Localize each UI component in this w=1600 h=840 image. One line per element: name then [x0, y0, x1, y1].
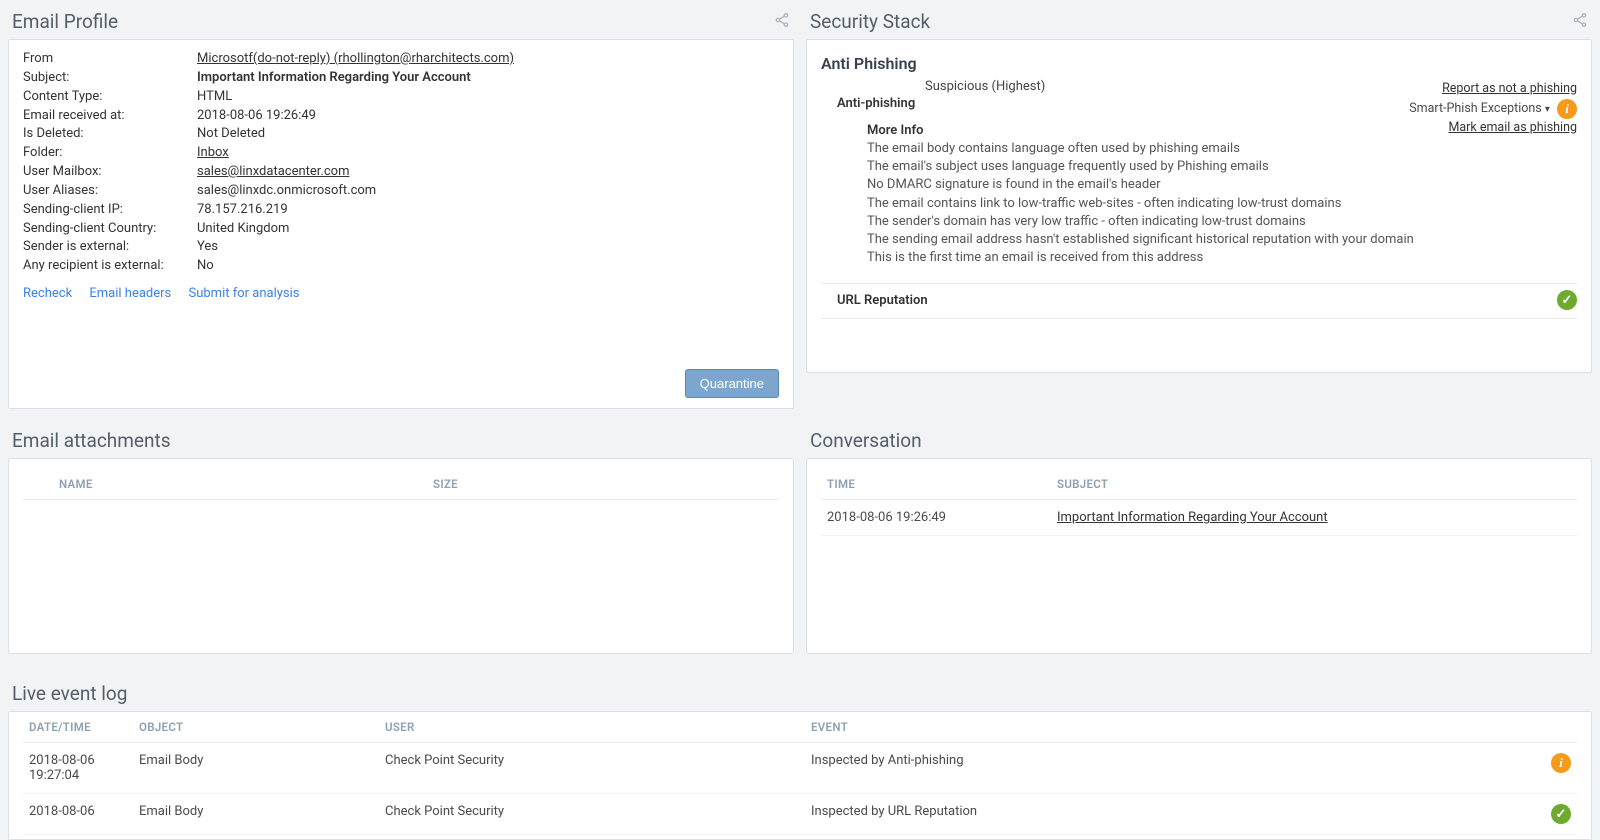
content-type-value: HTML	[197, 88, 232, 107]
content-type-label: Content Type:	[23, 88, 197, 107]
conversation-panel: TIME SUBJECT 2018-08-06 19:26:49Importan…	[806, 458, 1592, 654]
sending-country-label: Sending-client Country:	[23, 220, 197, 239]
conversation-time: 2018-08-06 19:26:49	[827, 510, 1057, 525]
mark-as-phishing-link[interactable]: Mark email as phishing	[1448, 119, 1577, 138]
more-info-line: The email contains link to low-traffic w…	[867, 195, 1577, 213]
event-log-title: Live event log	[12, 682, 127, 705]
email-profile-title: Email Profile	[12, 10, 118, 33]
received-at-label: Email received at:	[23, 107, 197, 126]
security-stack-title: Security Stack	[810, 10, 930, 33]
more-info-line: The sender's domain has very low traffic…	[867, 213, 1577, 231]
conversation-row[interactable]: 2018-08-06 19:26:49Important Information…	[821, 500, 1577, 536]
user-aliases-value: sales@linxdc.onmicrosoft.com	[197, 182, 376, 201]
attachments-col-size[interactable]: SIZE	[433, 477, 773, 491]
user-aliases-label: User Aliases:	[23, 182, 197, 201]
subject-value: Important Information Regarding Your Acc…	[197, 69, 471, 88]
share-icon[interactable]	[774, 10, 790, 33]
conversation-subject-link[interactable]: Important Information Regarding Your Acc…	[1057, 510, 1328, 525]
conversation-title: Conversation	[810, 429, 922, 452]
log-user: Check Point Security	[385, 753, 811, 783]
more-info-line: No DMARC signature is found in the email…	[867, 176, 1577, 194]
share-icon[interactable]	[1572, 10, 1588, 33]
log-event: Inspected by URL Reputation	[811, 804, 1531, 824]
url-reputation-label: URL Reputation	[837, 293, 928, 308]
more-info-line: The sending email address hasn't establi…	[867, 231, 1577, 249]
attachments-title: Email attachments	[12, 429, 171, 452]
user-mailbox-label: User Mailbox:	[23, 163, 197, 182]
attachments-col-name[interactable]: NAME	[29, 477, 433, 491]
sending-country-value: United Kingdom	[197, 220, 289, 239]
sending-ip-value: 78.157.216.219	[197, 201, 288, 220]
more-info-line: The email body contains language often u…	[867, 140, 1577, 158]
info-icon: i	[1551, 753, 1571, 773]
submit-analysis-link[interactable]: Submit for analysis	[189, 286, 300, 301]
recipient-external-label: Any recipient is external:	[23, 257, 197, 276]
event-log-panel: DATE/TIME OBJECT USER EVENT 2018-08-06 1…	[8, 711, 1592, 840]
from-value[interactable]: Microsotf(do-not-reply) (rhollington@rha…	[197, 51, 514, 66]
received-at-value: 2018-08-06 19:26:49	[197, 107, 316, 126]
sender-external-label: Sender is external:	[23, 238, 197, 257]
log-event: Inspected by Anti-phishing	[811, 753, 1531, 783]
security-stack-panel: Anti Phishing Suspicious (Highest) Anti-…	[806, 39, 1592, 373]
sending-ip-label: Sending-client IP:	[23, 201, 197, 220]
recheck-link[interactable]: Recheck	[23, 286, 72, 301]
email-profile-panel: FromMicrosotf(do-not-reply) (rhollington…	[8, 39, 794, 409]
conversation-col-time[interactable]: TIME	[827, 477, 1057, 491]
email-headers-link[interactable]: Email headers	[89, 286, 171, 301]
info-icon[interactable]: i	[1557, 99, 1577, 119]
check-icon: ✓	[1551, 804, 1571, 824]
anti-phishing-subheading: Anti-phishing	[837, 96, 937, 111]
sender-external-value: Yes	[197, 238, 218, 257]
report-not-phishing-link[interactable]: Report as not a phishing	[1442, 80, 1577, 99]
more-info-line: This is the first time an email is recei…	[867, 249, 1577, 267]
is-deleted-value: Not Deleted	[197, 125, 265, 144]
log-row[interactable]: 2018-08-06Email BodyCheck Point Security…	[23, 794, 1577, 835]
conversation-col-subject[interactable]: SUBJECT	[1057, 477, 1571, 491]
log-col-event[interactable]: EVENT	[811, 720, 1531, 734]
log-col-user[interactable]: USER	[385, 720, 811, 734]
log-user: Check Point Security	[385, 804, 811, 824]
more-info-line: The email's subject uses language freque…	[867, 158, 1577, 176]
smart-phish-exceptions-dropdown[interactable]: Smart-Phish Exceptions ▾	[1409, 101, 1550, 116]
log-datetime: 2018-08-06 19:27:04	[29, 753, 139, 783]
log-datetime: 2018-08-06	[29, 804, 139, 824]
folder-value[interactable]: Inbox	[197, 145, 229, 160]
log-object: Email Body	[139, 804, 385, 824]
log-object: Email Body	[139, 753, 385, 783]
quarantine-button[interactable]: Quarantine	[685, 369, 779, 398]
check-icon: ✓	[1557, 290, 1577, 310]
folder-label: Folder:	[23, 144, 197, 163]
subject-label: Subject:	[23, 69, 197, 88]
recipient-external-value: No	[197, 257, 214, 276]
attachments-panel: NAME SIZE	[8, 458, 794, 654]
log-col-datetime[interactable]: DATE/TIME	[29, 720, 139, 734]
chevron-down-icon: ▾	[1545, 104, 1550, 115]
user-mailbox-value[interactable]: sales@linxdatacenter.com	[197, 164, 349, 179]
log-row[interactable]: 2018-08-06 19:27:04Email BodyCheck Point…	[23, 743, 1577, 794]
from-label: From	[23, 50, 197, 69]
is-deleted-label: Is Deleted:	[23, 125, 197, 144]
log-col-object[interactable]: OBJECT	[139, 720, 385, 734]
